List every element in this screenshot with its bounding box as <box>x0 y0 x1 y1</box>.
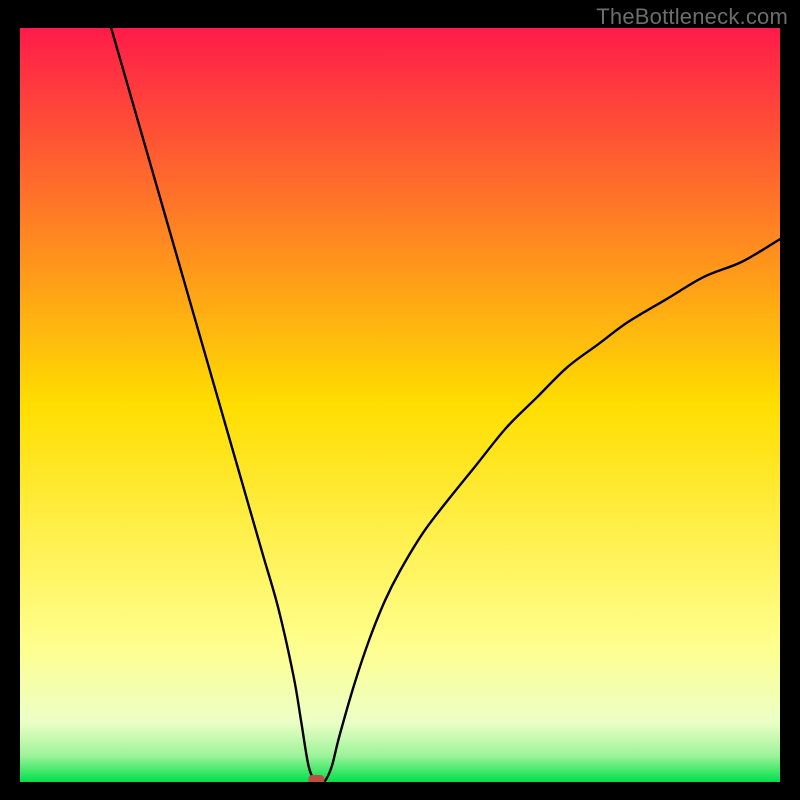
chart-svg <box>20 28 780 782</box>
plot-area <box>20 28 780 782</box>
minimum-marker <box>308 775 324 782</box>
watermark-text: TheBottleneck.com <box>596 4 788 30</box>
gradient-background <box>20 28 780 782</box>
chart-frame: TheBottleneck.com <box>0 0 800 800</box>
